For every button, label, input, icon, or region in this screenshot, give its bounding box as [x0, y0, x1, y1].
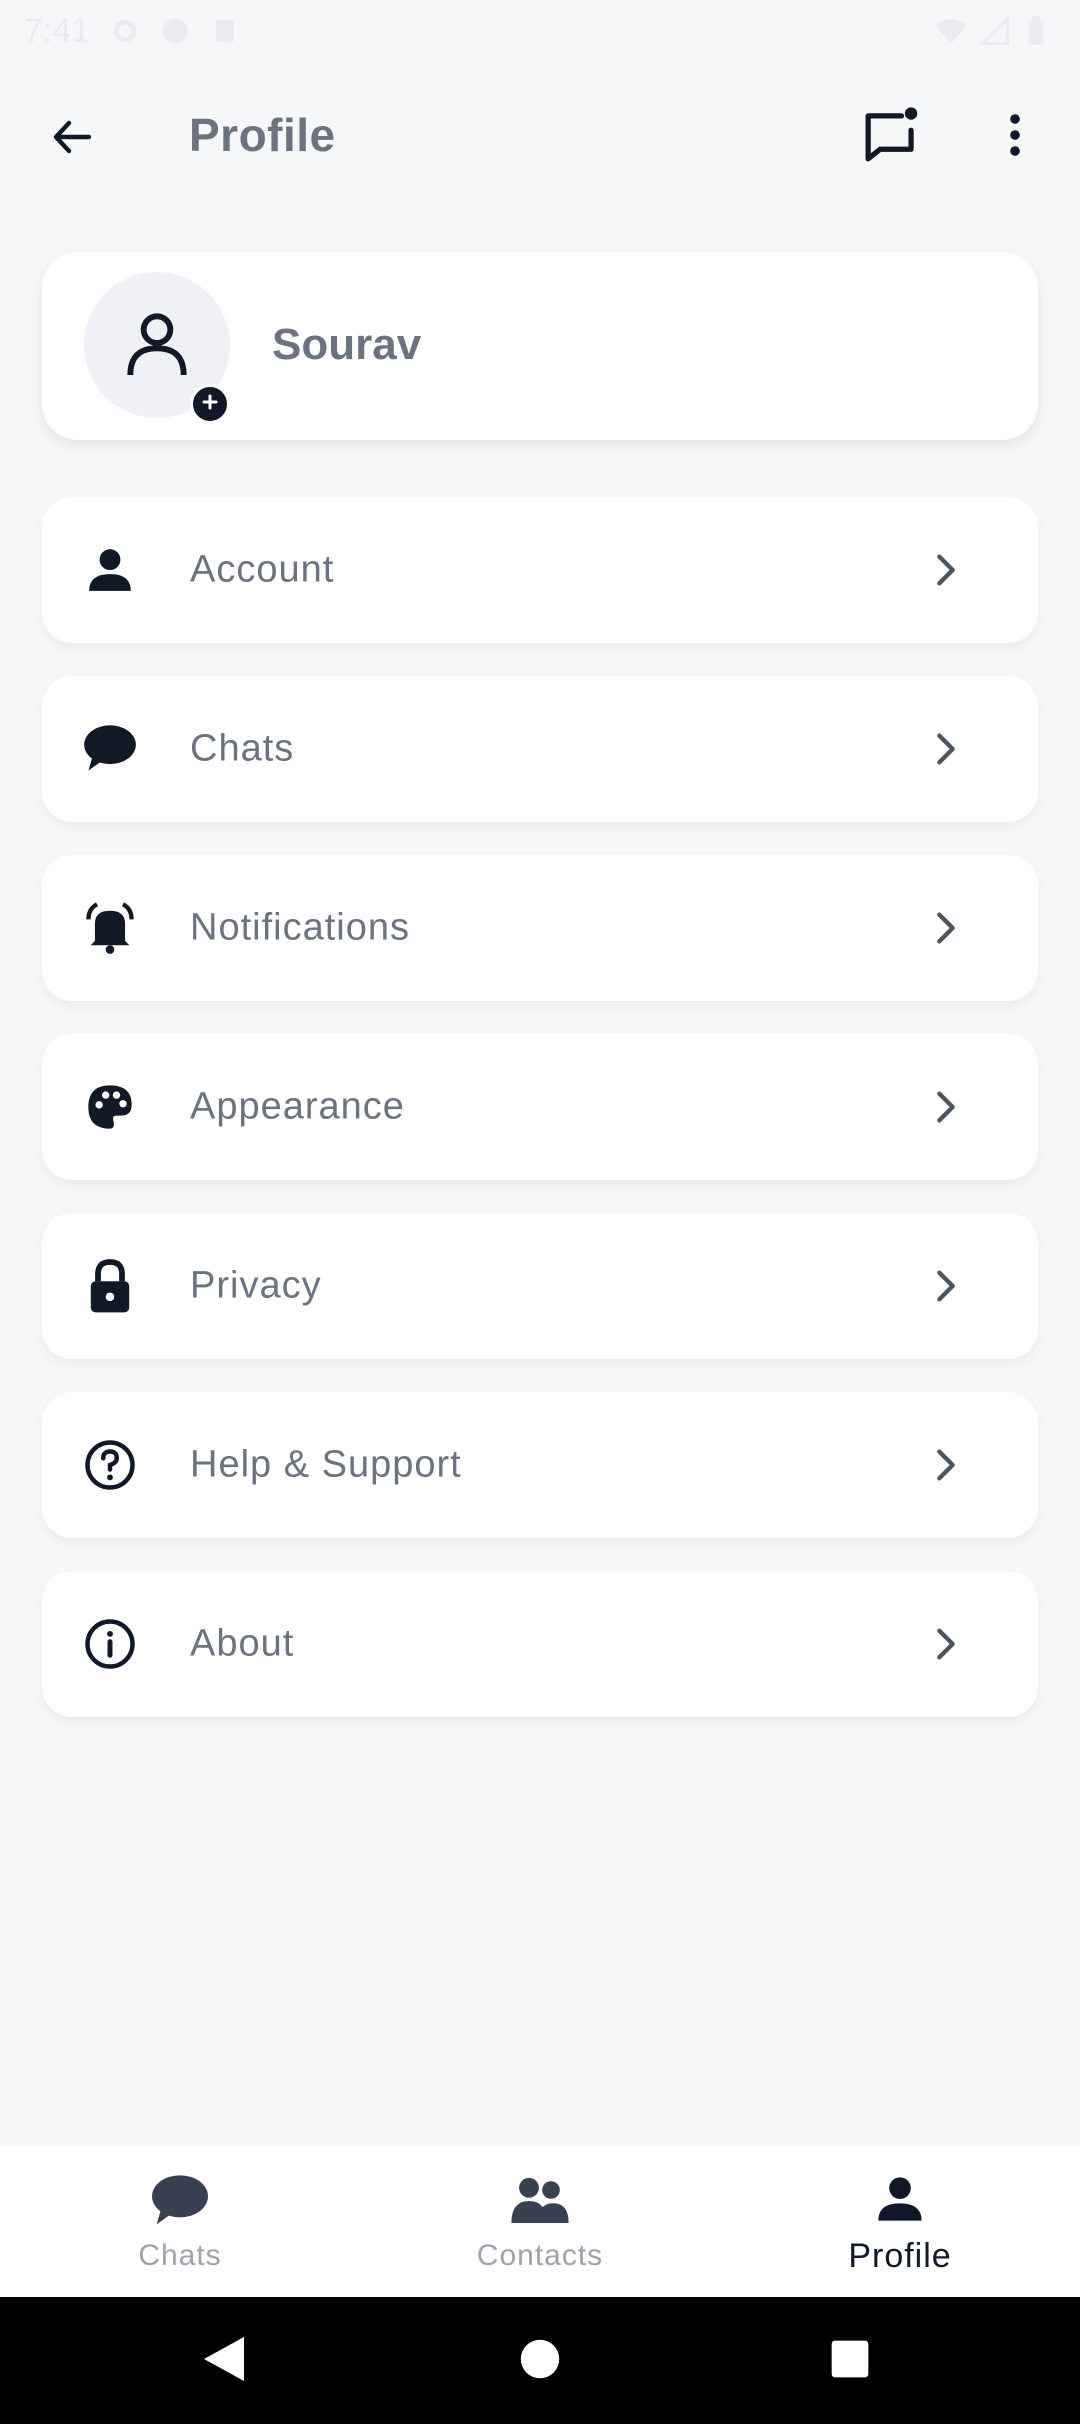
- wifi-icon: [934, 16, 967, 46]
- menu-item-account[interactable]: Account: [42, 497, 1038, 643]
- arrow-left-icon: [49, 113, 97, 166]
- plus-icon: [200, 392, 220, 417]
- settings-status-icon: [110, 16, 140, 46]
- page-title: Profile: [189, 109, 336, 161]
- bottom-nav: Chats Contacts Profile: [0, 2145, 1080, 2297]
- menu-item-label: Privacy: [190, 1264, 322, 1307]
- system-nav-bar: [0, 2297, 1080, 2424]
- contacts-icon: [505, 2169, 575, 2233]
- more-vertical-icon: [1008, 111, 1022, 164]
- chat-bubble-icon: [82, 721, 138, 777]
- status-time: 7:41: [24, 11, 91, 50]
- chevron-right-icon: [918, 1616, 974, 1672]
- alert-status-icon: [160, 16, 190, 46]
- app-bar: Profile: [0, 82, 1080, 192]
- help-circle-icon: [82, 1437, 138, 1493]
- message-badge-icon: [861, 104, 923, 171]
- nav-item-profile[interactable]: Profile: [720, 2145, 1080, 2297]
- person-icon: [865, 2167, 935, 2231]
- status-right: [934, 14, 1056, 46]
- chevron-right-icon: [918, 1258, 974, 1314]
- chevron-right-icon: [918, 721, 974, 777]
- menu-item-label: Help & Support: [190, 1443, 462, 1486]
- menu-item-chats[interactable]: Chats: [42, 676, 1038, 822]
- add-photo-button[interactable]: [190, 384, 230, 424]
- battery-icon: [1026, 16, 1056, 46]
- chevron-right-icon: [918, 900, 974, 956]
- profile-name: Sourav: [272, 320, 422, 369]
- person-icon: [82, 542, 138, 598]
- more-options-button[interactable]: [990, 102, 1040, 172]
- menu-item-appearance[interactable]: Appearance: [42, 1034, 1038, 1180]
- chevron-right-icon: [918, 542, 974, 598]
- nav-label: Contacts: [476, 2239, 604, 2272]
- user-outline-icon: [125, 308, 189, 383]
- menu-item-label: Chats: [190, 727, 295, 770]
- profile-card[interactable]: Sourav: [42, 252, 1038, 440]
- chat-bubble-icon: [145, 2169, 215, 2233]
- menu-item-help-support[interactable]: Help & Support: [42, 1392, 1038, 1538]
- nav-item-chats[interactable]: Chats: [0, 2145, 360, 2297]
- back-button[interactable]: [40, 106, 106, 172]
- status-left: 7:41: [24, 12, 240, 51]
- triangle-back-icon: [200, 2333, 248, 2390]
- square-recents-icon: [830, 2339, 870, 2384]
- palette-icon: [82, 1079, 138, 1135]
- new-message-button[interactable]: [857, 102, 927, 172]
- menu-item-notifications[interactable]: Notifications: [42, 855, 1038, 1001]
- menu-item-about[interactable]: About: [42, 1571, 1038, 1717]
- menu-item-label: About: [190, 1622, 295, 1665]
- system-home-button[interactable]: [508, 2329, 572, 2393]
- nav-item-contacts[interactable]: Contacts: [360, 2145, 720, 2297]
- system-back-button[interactable]: [192, 2329, 256, 2393]
- sd-card-status-icon: [210, 16, 240, 46]
- nav-label: Profile: [848, 2236, 952, 2275]
- menu-item-label: Appearance: [190, 1085, 405, 1128]
- info-icon: [82, 1616, 138, 1672]
- menu-item-privacy[interactable]: Privacy: [42, 1213, 1038, 1359]
- circle-home-icon: [519, 2338, 561, 2385]
- chevron-right-icon: [918, 1437, 974, 1493]
- menu-item-label: Notifications: [190, 906, 410, 949]
- nav-label: Chats: [138, 2239, 222, 2272]
- lock-icon: [82, 1258, 138, 1314]
- menu-item-label: Account: [190, 548, 335, 591]
- cellular-signal-icon: [978, 14, 1010, 46]
- system-recents-button[interactable]: [818, 2329, 882, 2393]
- bell-icon: [82, 900, 138, 956]
- chevron-right-icon: [918, 1079, 974, 1135]
- status-bar: 7:41: [0, 0, 1080, 62]
